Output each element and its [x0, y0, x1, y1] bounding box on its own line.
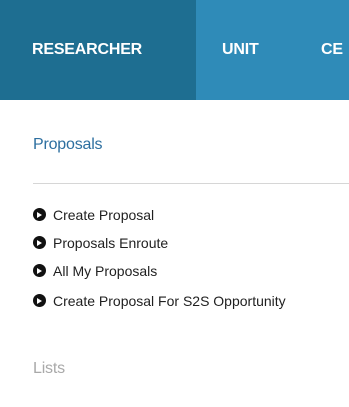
- lists-section-title: Lists: [33, 360, 65, 377]
- section-divider: [33, 183, 349, 184]
- menu-item-label: All My Proposals: [53, 263, 158, 279]
- menu-item-proposals-enroute[interactable]: Proposals Enroute: [33, 233, 333, 253]
- top-navigation: RESEARCHER UNIT CE: [0, 0, 349, 100]
- menu-item-label: Proposals Enroute: [53, 235, 169, 251]
- circle-chevron-right-icon: [33, 208, 46, 221]
- tab-researcher-label: RESEARCHER: [32, 41, 143, 58]
- menu-item-all-my-proposals[interactable]: All My Proposals: [33, 261, 333, 281]
- circle-chevron-right-icon: [33, 236, 46, 249]
- menu-item-label: Create Proposal: [53, 207, 155, 223]
- menu-item-create-proposal[interactable]: Create Proposal: [33, 205, 333, 225]
- tab-unit-label: UNIT: [222, 41, 259, 58]
- menu-item-label: Create Proposal For S2S Opportunity: [53, 293, 286, 309]
- tab-central-label: CE: [321, 41, 343, 58]
- tab-unit[interactable]: UNIT: [196, 0, 282, 100]
- circle-chevron-right-icon: [33, 264, 46, 277]
- menu-item-create-proposal-s2s[interactable]: Create Proposal For S2S Opportunity: [33, 289, 303, 313]
- proposals-section-title: Proposals: [33, 136, 103, 153]
- tab-central[interactable]: CE: [282, 0, 349, 100]
- proposals-menu: Create Proposal Proposals Enroute All My…: [33, 205, 333, 321]
- circle-chevron-right-icon: [33, 294, 46, 307]
- tab-researcher[interactable]: RESEARCHER: [0, 0, 196, 100]
